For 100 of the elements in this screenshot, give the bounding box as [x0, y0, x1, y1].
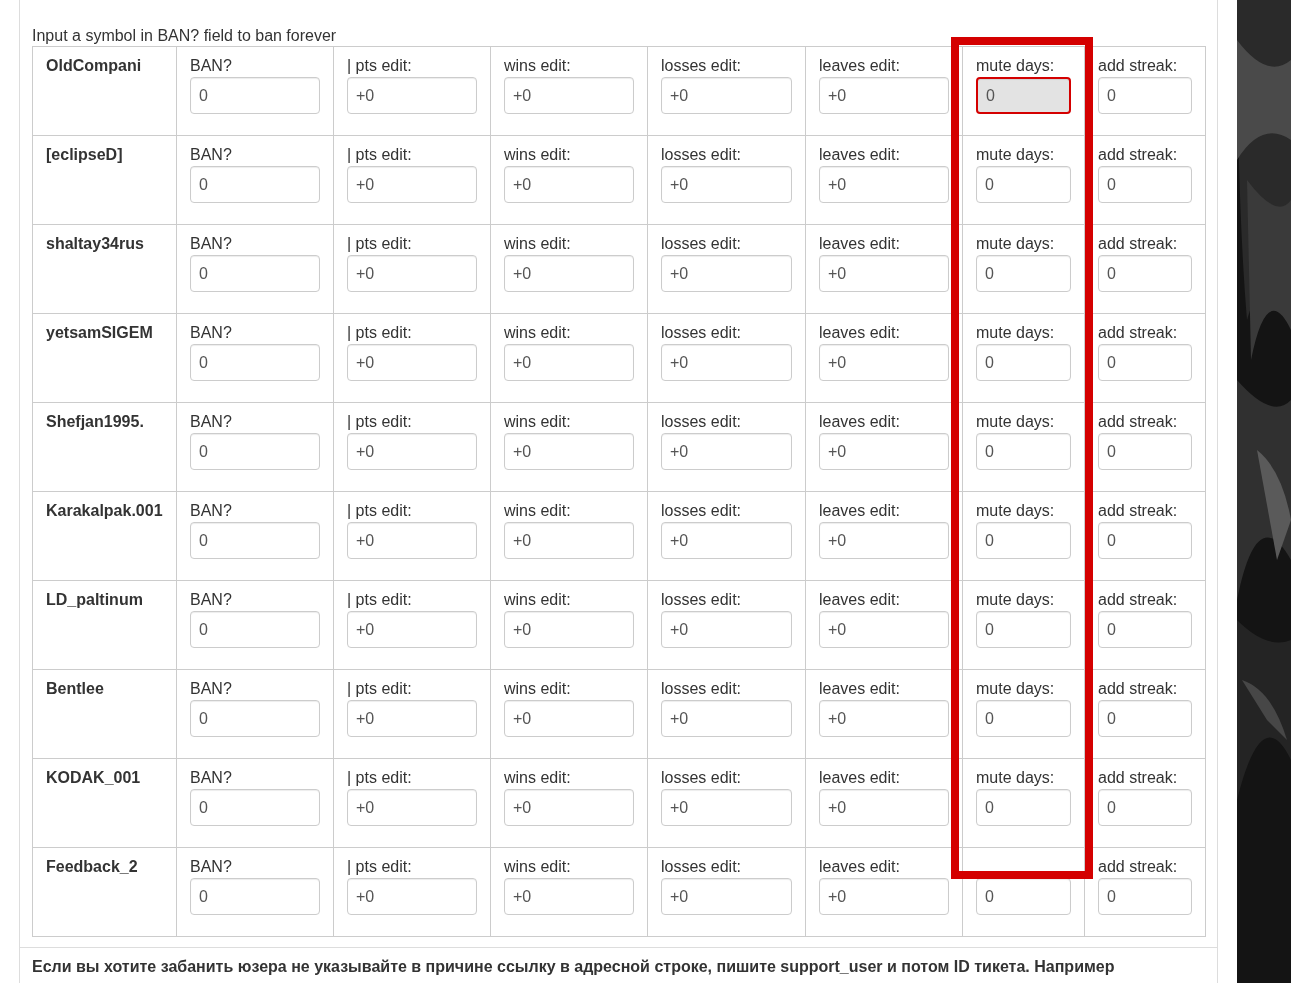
field-label: wins edit:: [504, 858, 571, 875]
username: KODAK_001: [46, 769, 141, 786]
input-field[interactable]: +0: [661, 166, 792, 203]
input-field[interactable]: +0: [347, 166, 477, 203]
input-field[interactable]: 0: [976, 344, 1071, 381]
field-label: wins edit:: [504, 591, 571, 608]
input-field[interactable]: +0: [347, 522, 477, 559]
input-field[interactable]: +0: [661, 433, 792, 470]
input-field[interactable]: 0: [190, 344, 320, 381]
field-label: mute days:: [976, 591, 1055, 608]
input-field[interactable]: +0: [661, 255, 792, 292]
field-label: losses edit:: [661, 57, 742, 74]
field-label: losses edit:: [661, 324, 742, 341]
field-label: mute days:: [976, 413, 1055, 430]
input-field[interactable]: 0: [976, 700, 1071, 737]
input-field[interactable]: 0: [1098, 789, 1192, 826]
input-field[interactable]: +0: [819, 255, 949, 292]
input-field[interactable]: 0: [190, 700, 320, 737]
input-field[interactable]: +0: [347, 789, 477, 826]
input-field[interactable]: +0: [347, 344, 477, 381]
input-field[interactable]: 0: [190, 611, 320, 648]
input-field[interactable]: +0: [504, 878, 634, 915]
input-field[interactable]: 0: [190, 255, 320, 292]
input-field[interactable]: +0: [504, 77, 634, 114]
input-field[interactable]: +0: [504, 255, 634, 292]
note-text: Если вы хотите забанить юзера не указывайте в причине ссылку в адресной строке, пишите support_user и потом ID тикета. Например: [31, 957, 1116, 976]
input-field[interactable]: 0: [976, 166, 1071, 203]
field-label: BAN?: [190, 413, 232, 430]
input-field[interactable]: 0: [976, 255, 1071, 292]
field-label: | pts edit:: [347, 413, 412, 430]
input-field[interactable]: 0: [190, 166, 320, 203]
input-field[interactable]: 0: [190, 522, 320, 559]
input-field[interactable]: +0: [819, 166, 949, 203]
input-field[interactable]: 0: [1098, 433, 1192, 470]
field-label: leaves edit:: [819, 57, 900, 74]
input-field[interactable]: +0: [661, 700, 792, 737]
input-field[interactable]: +0: [347, 700, 477, 737]
input-field[interactable]: +0: [504, 166, 634, 203]
input-field[interactable]: +0: [819, 611, 949, 648]
input-field[interactable]: +0: [819, 789, 949, 826]
field-label: | pts edit:: [347, 146, 412, 163]
input-field[interactable]: 0: [190, 433, 320, 470]
input-field[interactable]: +0: [504, 433, 634, 470]
field-label: wins edit:: [504, 502, 571, 519]
input-field[interactable]: +0: [819, 77, 949, 114]
input-field[interactable]: +0: [819, 344, 949, 381]
input-field[interactable]: 0: [976, 433, 1071, 470]
input-field[interactable]: 0: [190, 878, 320, 915]
input-field[interactable]: +0: [819, 433, 949, 470]
field-label: mute days:: [976, 146, 1055, 163]
input-field[interactable]: +0: [347, 611, 477, 648]
input-field[interactable]: +0: [504, 344, 634, 381]
input-field[interactable]: +0: [347, 433, 477, 470]
input-field[interactable]: 0: [1098, 344, 1192, 381]
input-field[interactable]: 0: [1098, 522, 1192, 559]
input-field[interactable]: +0: [347, 255, 477, 292]
input-field[interactable]: 0: [1098, 166, 1192, 203]
field-label: | pts edit:: [347, 769, 412, 786]
input-field[interactable]: +0: [819, 700, 949, 737]
input-field[interactable]: +0: [819, 878, 949, 915]
input-field[interactable]: +0: [661, 77, 792, 114]
field-label: add streak:: [1098, 57, 1178, 74]
input-field[interactable]: +0: [347, 77, 477, 114]
input-field[interactable]: 0: [1098, 700, 1192, 737]
input-field[interactable]: 0: [190, 77, 320, 114]
field-label: BAN?: [190, 769, 232, 786]
input-field[interactable]: 0: [1098, 878, 1192, 915]
input-field[interactable]: 0: [1098, 77, 1192, 114]
field-label: BAN?: [190, 680, 232, 697]
field-label: mute days:: [976, 502, 1055, 519]
field-label: | pts edit:: [347, 57, 412, 74]
input-field[interactable]: 0: [190, 789, 320, 826]
field-label: | pts edit:: [347, 858, 412, 875]
input-field[interactable]: +0: [661, 789, 792, 826]
input-field[interactable]: 0: [976, 522, 1071, 559]
input-field[interactable]: +0: [661, 878, 792, 915]
field-label: losses edit:: [661, 502, 742, 519]
field-label: leaves edit:: [819, 146, 900, 163]
input-field[interactable]: +0: [504, 611, 634, 648]
field-label: BAN?: [190, 324, 232, 341]
input-field[interactable]: +0: [347, 878, 477, 915]
input-field[interactable]: 0: [1098, 255, 1192, 292]
field-label: leaves edit:: [819, 591, 900, 608]
username: Shefjan1995.: [46, 413, 144, 430]
input-field[interactable]: +0: [504, 789, 634, 826]
input-field[interactable]: 0: [1098, 611, 1192, 648]
input-field[interactable]: +0: [661, 522, 792, 559]
input-field[interactable]: +0: [661, 344, 792, 381]
input-field[interactable]: +0: [819, 522, 949, 559]
input-field[interactable]: 0: [976, 611, 1071, 648]
field-label: mute days:: [976, 235, 1055, 252]
field-label: add streak:: [1098, 235, 1178, 252]
input-field[interactable]: +0: [504, 522, 634, 559]
input-field[interactable]: +0: [504, 700, 634, 737]
input-field[interactable]: +0: [661, 611, 792, 648]
input-field[interactable]: 0: [976, 789, 1071, 826]
field-label: BAN?: [190, 235, 232, 252]
field-label: add streak:: [1098, 680, 1178, 697]
input-field[interactable]: 0: [976, 878, 1071, 915]
username: shaltay34rus: [46, 235, 144, 252]
